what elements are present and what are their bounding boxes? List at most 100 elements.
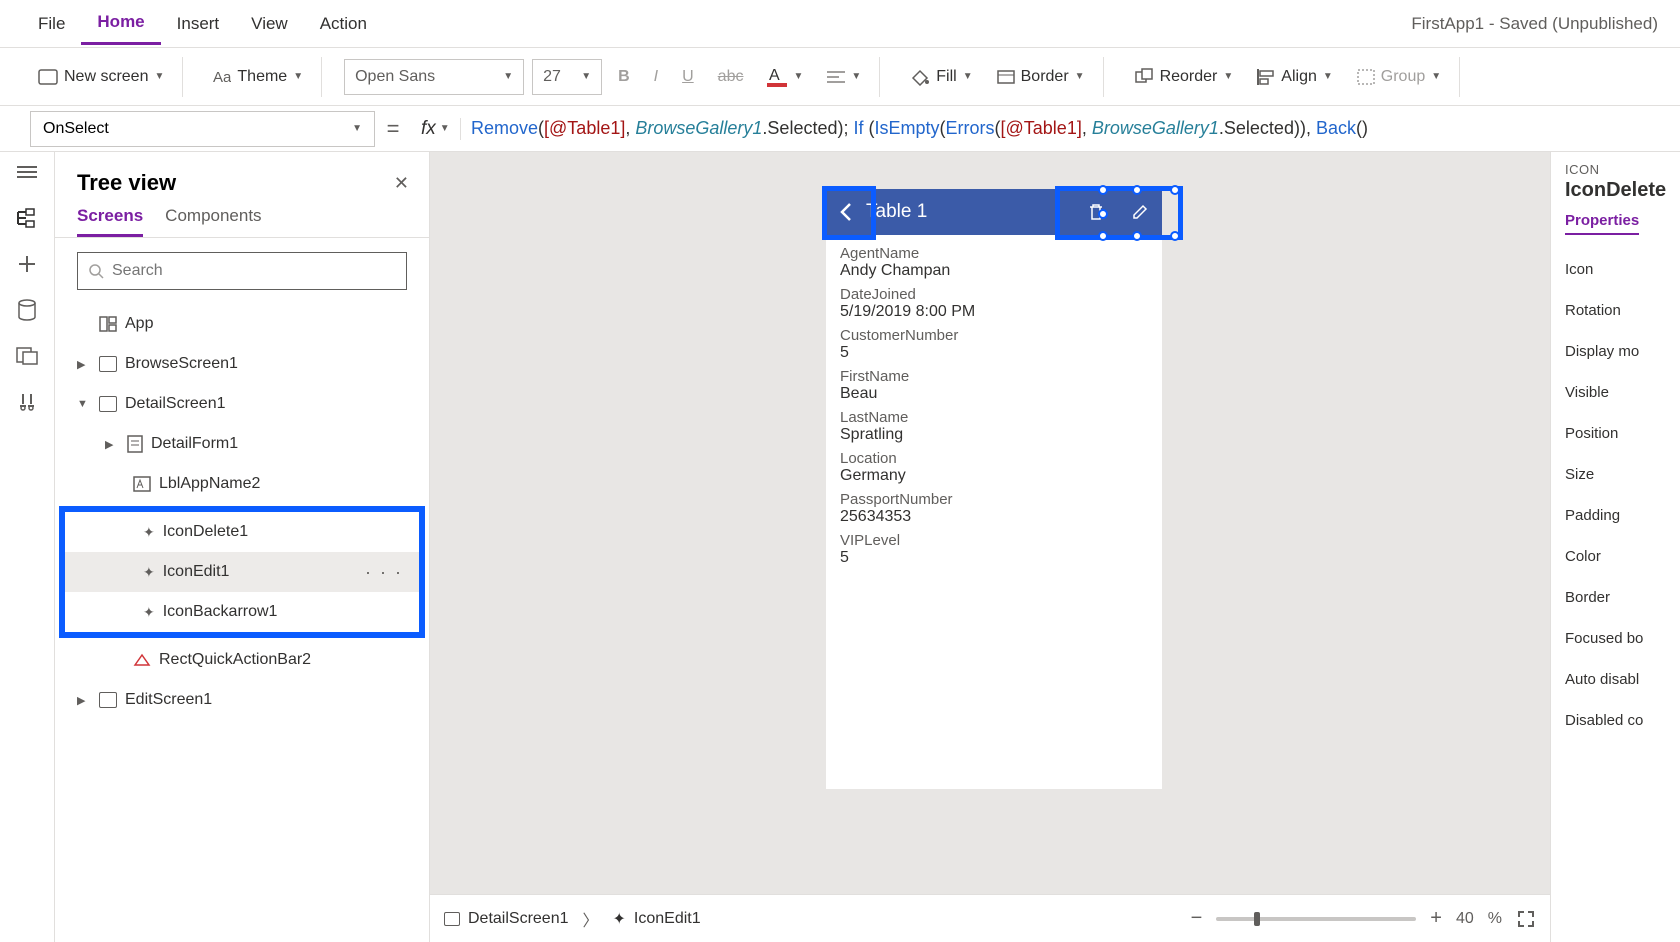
font-value: Open Sans	[355, 68, 435, 86]
prop-row[interactable]: Visible	[1565, 372, 1680, 413]
tab-components[interactable]: Components	[165, 206, 261, 237]
strike-button[interactable]: abc	[710, 59, 752, 95]
screen-icon	[99, 356, 117, 372]
border-label: Border	[1021, 68, 1069, 86]
tree-item-editscreen[interactable]: ▶ EditScreen1	[55, 680, 429, 720]
prop-row[interactable]: Position	[1565, 413, 1680, 454]
group-button[interactable]: Group ▼	[1349, 59, 1449, 95]
field-label: VIPLevel	[840, 532, 1148, 549]
reorder-button[interactable]: Reorder ▼	[1126, 59, 1242, 95]
tree-title: Tree view	[77, 170, 176, 196]
prop-row[interactable]: Display mo	[1565, 331, 1680, 372]
tree-view-panel: Tree view ✕ Screens Components App ▶ Bro…	[55, 152, 430, 942]
prop-tab-properties[interactable]: Properties	[1565, 212, 1639, 235]
tab-screens[interactable]: Screens	[77, 206, 143, 237]
add-icon[interactable]	[15, 252, 39, 276]
search-input[interactable]	[112, 262, 396, 280]
screen-icon	[38, 69, 58, 85]
menu-file[interactable]: File	[22, 4, 81, 44]
prop-row[interactable]: Auto disabl	[1565, 659, 1680, 700]
tree-label: DetailScreen1	[125, 395, 226, 413]
tok-sel1: .Selected	[762, 118, 837, 138]
canvas-area[interactable]: Table 1 AgentNameAndy ChampanDateJoined5…	[430, 152, 1550, 894]
prop-row[interactable]: Padding	[1565, 495, 1680, 536]
tree-item-rect[interactable]: RectQuickActionBar2	[55, 640, 429, 680]
close-icon[interactable]: ✕	[394, 173, 409, 194]
new-screen-label: New screen	[64, 68, 148, 86]
tree-item-icondelete[interactable]: ✦ IconDelete1	[65, 512, 419, 552]
app-title: FirstApp1 - Saved (Unpublished)	[1411, 14, 1658, 34]
font-color-button[interactable]: A ▼	[759, 59, 811, 95]
more-icon[interactable]: · · ·	[365, 562, 403, 583]
prop-row[interactable]: Border	[1565, 577, 1680, 618]
prop-row[interactable]: Color	[1565, 536, 1680, 577]
zoom-in-button[interactable]: +	[1430, 907, 1442, 930]
tree-item-lblappname[interactable]: LblAppName2	[55, 464, 429, 504]
tree-item-iconedit[interactable]: ✦ IconEdit1 · · ·	[65, 552, 419, 592]
tree-label: RectQuickActionBar2	[159, 651, 311, 669]
theme-button[interactable]: Aa Theme ▼	[205, 59, 311, 95]
prop-row[interactable]: Disabled co	[1565, 700, 1680, 741]
text-align-button[interactable]: ▼	[819, 59, 869, 95]
tree-item-app[interactable]: App	[55, 304, 429, 344]
tree-item-iconback[interactable]: ✦ IconBackarrow1	[65, 592, 419, 632]
chevron-down-icon: ▼	[1431, 71, 1441, 82]
field-label: PassportNumber	[840, 491, 1148, 508]
selection-outline-back	[822, 186, 876, 240]
field-row: FirstNameBeau	[840, 368, 1148, 403]
zoom-slider[interactable]	[1216, 917, 1416, 921]
fill-button[interactable]: Fill ▼	[902, 59, 980, 95]
zoom-value: 40	[1456, 910, 1474, 928]
prop-row[interactable]: Rotation	[1565, 290, 1680, 331]
prop-name: IconDelete	[1565, 179, 1680, 202]
menu-view[interactable]: View	[235, 4, 304, 44]
zoom-out-button[interactable]: −	[1191, 907, 1203, 930]
new-screen-button[interactable]: New screen ▼	[30, 59, 172, 95]
tree-label: IconBackarrow1	[163, 603, 278, 621]
tree-label: DetailForm1	[151, 435, 238, 453]
chevron-down-icon: ▼	[963, 71, 973, 82]
tree-item-detailform[interactable]: ▶ DetailForm1	[55, 424, 429, 464]
theme-icon: Aa	[213, 68, 231, 86]
underline-button[interactable]: U	[674, 59, 702, 95]
chevron-down-icon: ▼	[1075, 71, 1085, 82]
breadcrumb-detailscreen[interactable]: DetailScreen1	[444, 910, 569, 928]
fx-button[interactable]: fx ▼	[411, 118, 461, 140]
property-select[interactable]: OnSelect ▼	[30, 111, 375, 147]
tree-search[interactable]	[77, 252, 407, 290]
tools-icon[interactable]	[15, 390, 39, 414]
media-icon[interactable]	[15, 344, 39, 368]
bold-button[interactable]: B	[610, 59, 638, 95]
prop-row[interactable]: Focused bo	[1565, 618, 1680, 659]
tree-label: App	[125, 315, 153, 333]
chevron-down-icon: ▼	[293, 71, 303, 82]
breadcrumb-iconedit[interactable]: ✦ IconEdit1	[613, 909, 701, 929]
menu-home[interactable]: Home	[81, 2, 160, 45]
font-select[interactable]: Open Sans ▼	[344, 59, 524, 95]
border-button[interactable]: Border ▼	[989, 59, 1093, 95]
prop-row[interactable]: Icon	[1565, 249, 1680, 290]
field-label: FirstName	[840, 368, 1148, 385]
prop-row[interactable]: Size	[1565, 454, 1680, 495]
expand-icon[interactable]	[1516, 909, 1536, 929]
control-icon: ✦	[143, 524, 155, 541]
align-label: Align	[1281, 68, 1317, 86]
tree-item-browsescreen[interactable]: ▶ BrowseScreen1	[55, 344, 429, 384]
screen-icon	[444, 912, 460, 926]
fontsize-select[interactable]: 27 ▼	[532, 59, 602, 95]
field-row: DateJoined5/19/2019 8:00 PM	[840, 286, 1148, 321]
menu-action[interactable]: Action	[304, 4, 383, 44]
form-icon	[127, 435, 143, 453]
tree-item-detailscreen[interactable]: ▼ DetailScreen1	[55, 384, 429, 424]
tree-view-icon[interactable]	[15, 206, 39, 230]
border-icon	[997, 70, 1015, 84]
menu-insert[interactable]: Insert	[161, 4, 236, 44]
shape-icon	[133, 653, 151, 667]
hamburger-icon[interactable]	[15, 160, 39, 184]
align-button[interactable]: Align ▼	[1249, 59, 1340, 95]
chevron-down-icon: ▼	[1223, 71, 1233, 82]
formula-input[interactable]: Remove([@Table1], BrowseGallery1.Selecte…	[461, 118, 1680, 139]
fontsize-value: 27	[543, 68, 561, 86]
data-icon[interactable]	[15, 298, 39, 322]
italic-button[interactable]: I	[646, 59, 666, 95]
